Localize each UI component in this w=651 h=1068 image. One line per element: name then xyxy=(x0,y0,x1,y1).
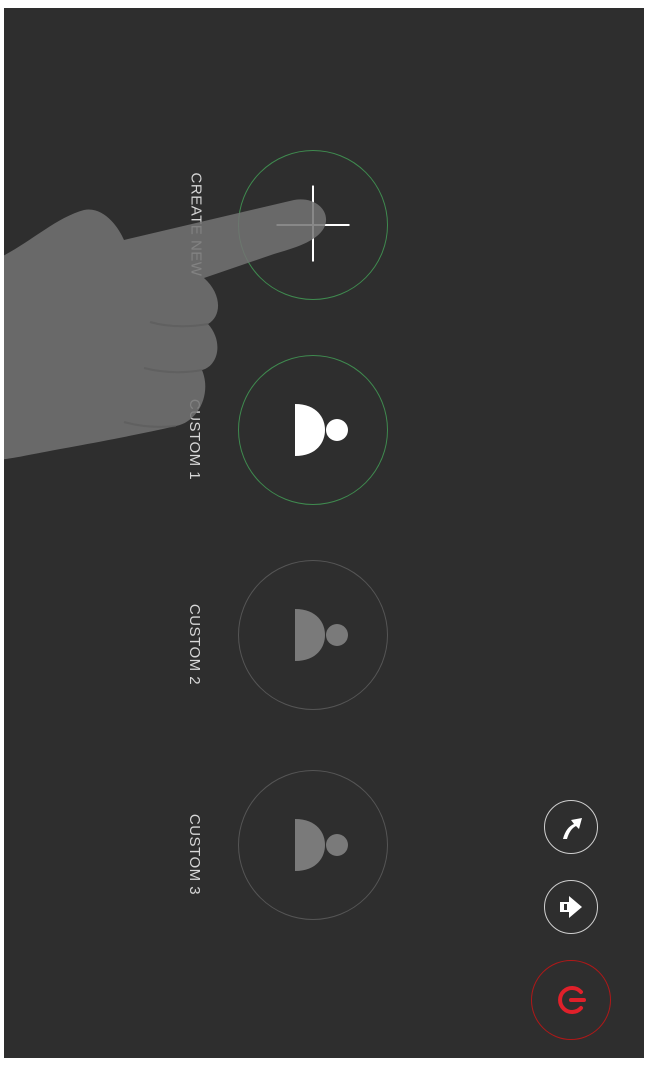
custom-2-label: CUSTOM 2 xyxy=(186,603,204,686)
power-button[interactable] xyxy=(531,960,611,1040)
custom-1-label: CUSTOM 1 xyxy=(186,398,204,481)
create-new-button[interactable] xyxy=(238,150,388,300)
custom-1-button[interactable] xyxy=(238,355,388,505)
arrow-right-button[interactable] xyxy=(544,880,598,934)
speaker-icon xyxy=(295,609,348,661)
arrow-right-icon xyxy=(560,896,582,918)
custom-2-button[interactable] xyxy=(238,560,388,710)
plus-icon xyxy=(276,185,350,262)
curved-arrow-up-icon xyxy=(563,818,582,839)
speaker-icon xyxy=(295,819,348,871)
custom-3-label: CUSTOM 3 xyxy=(186,813,204,896)
create-new-label: CREATE NEW xyxy=(187,172,205,277)
custom-3-button[interactable] xyxy=(238,770,388,920)
curved-arrow-up-button[interactable] xyxy=(544,800,598,854)
app-screen: CREATE NEW CUSTOM 1 CUSTOM 2 CUSTOM 3 xyxy=(4,8,644,1058)
power-icon xyxy=(558,986,586,1014)
speaker-icon xyxy=(295,404,348,456)
